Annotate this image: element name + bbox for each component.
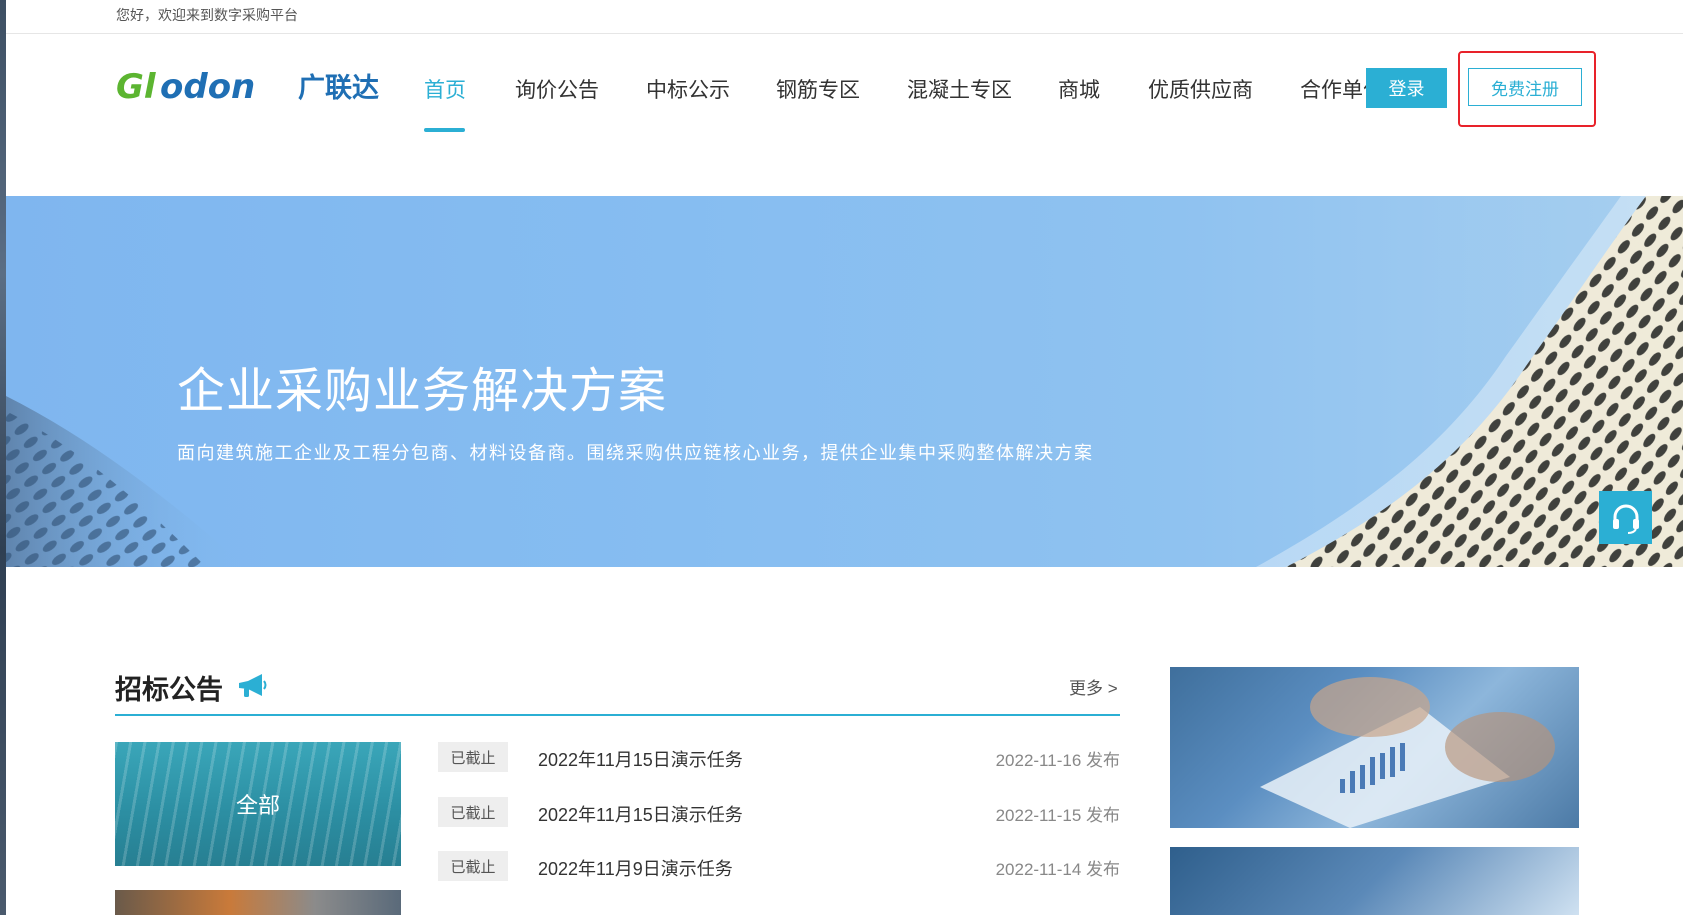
status-badge: 已截止 xyxy=(438,742,508,772)
nav-item-suppliers[interactable]: 优质供应商 xyxy=(1148,74,1253,104)
banner-subtitle: 面向建筑施工企业及工程分包商、材料设备商。围绕采购供应链核心业务，提供企业集中采… xyxy=(177,443,1094,463)
top-bar: 您好，欢迎来到数字采购平台 xyxy=(6,0,1683,34)
nav-item-rebar[interactable]: 钢筋专区 xyxy=(776,74,860,104)
nav-item-concrete[interactable]: 混凝土专区 xyxy=(907,74,1012,104)
nav-item-mall[interactable]: 商城 xyxy=(1058,74,1100,104)
promo-image-business[interactable] xyxy=(1170,847,1579,915)
category-card-label: 全部 xyxy=(235,793,280,818)
notice-title[interactable]: 2022年11月15日演示任务 xyxy=(538,801,743,827)
notice-row[interactable]: 已截止 2022年11月15日演示任务 2022-11-15 发布 xyxy=(438,797,1120,829)
register-button[interactable]: 免费注册 xyxy=(1468,68,1582,106)
svg-text:odon: odon xyxy=(160,67,255,107)
glodon-logo[interactable]: Gl odon 广联达 xyxy=(116,64,392,108)
site-header: Gl odon 广联达 首页 询价公告 中标公示 钢筋专区 混凝土专区 商城 优… xyxy=(6,34,1683,195)
megaphone-icon xyxy=(239,674,267,697)
nav-item-home[interactable]: 首页 xyxy=(424,74,466,104)
hero-banner: 企业采购业务解决方案 面向建筑施工企业及工程分包商、材料设备商。围绕采购供应链核… xyxy=(6,196,1683,567)
nav-item-inquiry[interactable]: 询价公告 xyxy=(515,74,599,104)
notice-row[interactable]: 已截止 2022年11月9日演示任务 2022-11-14 发布 xyxy=(438,851,1120,883)
promo-image-tablet[interactable] xyxy=(1170,667,1579,828)
login-button[interactable]: 登录 xyxy=(1366,68,1447,108)
tender-section-title: 招标公告 xyxy=(115,675,223,705)
category-card-all[interactable]: 全部 xyxy=(115,742,401,866)
section-divider xyxy=(115,714,1120,716)
status-badge: 已截止 xyxy=(438,851,508,881)
status-badge: 已截止 xyxy=(438,797,508,827)
notice-title[interactable]: 2022年11月15日演示任务 xyxy=(538,746,743,772)
customer-support-button[interactable] xyxy=(1599,491,1652,544)
banner-title: 企业采购业务解决方案 xyxy=(177,365,668,418)
category-card-second[interactable] xyxy=(115,890,401,915)
notice-date: 2022-11-16 发布 xyxy=(995,751,1120,770)
tender-more-link[interactable]: 更多 > xyxy=(1069,674,1118,699)
nav-item-awards[interactable]: 中标公示 xyxy=(646,74,730,104)
headset-icon xyxy=(1612,504,1639,534)
notice-row[interactable]: 已截止 2022年11月15日演示任务 2022-11-16 发布 xyxy=(438,742,1120,774)
svg-text:广联达: 广联达 xyxy=(298,73,379,104)
welcome-text: 您好，欢迎来到数字采购平台 xyxy=(116,7,298,23)
svg-text:Gl: Gl xyxy=(116,67,157,107)
nav-active-indicator xyxy=(424,128,465,132)
tablet-chart-illustration xyxy=(1260,677,1555,828)
notice-date: 2022-11-14 发布 xyxy=(995,860,1120,879)
notice-title[interactable]: 2022年11月9日演示任务 xyxy=(538,855,733,881)
notice-date: 2022-11-15 发布 xyxy=(995,806,1120,825)
